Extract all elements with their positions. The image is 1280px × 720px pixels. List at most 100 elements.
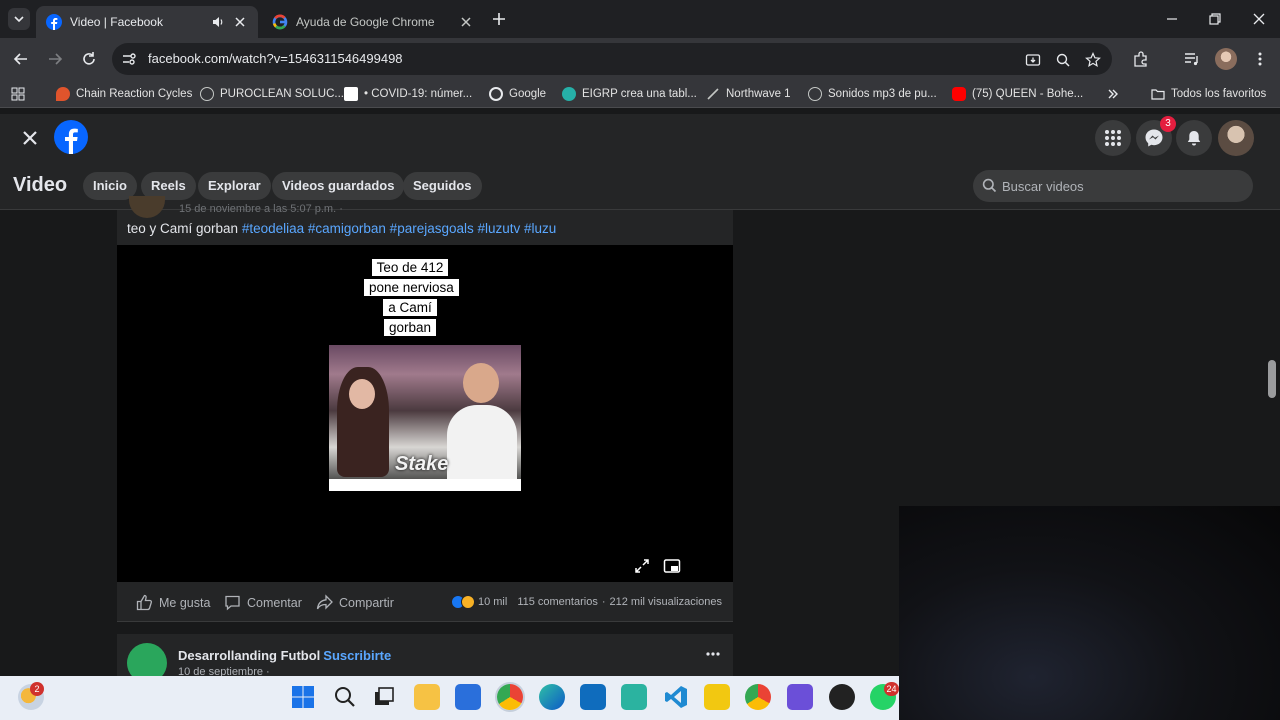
chrome-icon[interactable]: [497, 684, 523, 710]
page-name[interactable]: Desarrollanding Futbol: [178, 648, 320, 663]
address-bar[interactable]: facebook.com/watch?v=1546311546499498: [112, 43, 1112, 75]
tab-video-facebook[interactable]: Video | Facebook: [36, 6, 258, 38]
youtube-icon: [952, 87, 966, 101]
facebook-logo-icon[interactable]: [54, 120, 88, 154]
bookmark-item[interactable]: Northwave 1: [706, 85, 791, 103]
nav-explorar[interactable]: Explorar: [198, 172, 271, 200]
search-videos-input[interactable]: Buscar videos: [973, 170, 1253, 202]
file-explorer-icon[interactable]: [414, 684, 440, 710]
back-arrow-icon[interactable]: [11, 49, 31, 69]
haha-reaction-icon: [460, 595, 475, 609]
menu-grid-icon[interactable]: [1095, 120, 1131, 156]
messenger-icon[interactable]: 3: [1136, 116, 1176, 156]
more-vertical-icon[interactable]: [1251, 50, 1269, 68]
search-placeholder: Buscar videos: [1002, 179, 1084, 194]
reload-icon[interactable]: [79, 49, 99, 69]
bookmark-item[interactable]: Sonidos mp3 de pu...: [808, 85, 937, 103]
close-tab-icon[interactable]: [458, 14, 474, 30]
reactions-icons[interactable]: [450, 595, 475, 609]
bookmarks-bar: Chain Reaction Cycles PUROCLEAN SOLUC...…: [0, 80, 1280, 108]
bookmark-label: EIGRP crea una tabl...: [582, 88, 697, 100]
person-face: [349, 379, 375, 409]
media-controls-icon[interactable]: [1183, 50, 1201, 68]
cisco-icon: [562, 87, 576, 101]
bookmark-item[interactable]: • COVID-19: númer...: [344, 85, 472, 103]
reactions-count[interactable]: 10 mil: [478, 596, 507, 608]
app-icon[interactable]: [829, 684, 855, 710]
profile-avatar[interactable]: [1215, 48, 1237, 70]
page-scrollbar[interactable]: [1268, 360, 1276, 398]
all-bookmarks-folder[interactable]: Todos los favoritos: [1151, 85, 1266, 103]
tab-search-button[interactable]: [8, 8, 30, 30]
caption-hashtags[interactable]: #teodeliaa #camigorban #parejasgoals #lu…: [242, 221, 556, 236]
task-view-icon[interactable]: [371, 684, 397, 710]
bookmark-label: Chain Reaction Cycles: [76, 88, 193, 100]
close-window-icon[interactable]: [1250, 10, 1268, 28]
bookmark-item[interactable]: EIGRP crea una tabl...: [562, 85, 697, 103]
zoom-icon[interactable]: [1055, 52, 1071, 68]
speaker-icon[interactable]: [210, 14, 226, 30]
comments-count[interactable]: 115 comentarios: [517, 596, 598, 608]
app-icon[interactable]: [787, 684, 813, 710]
bookmark-item[interactable]: PUROCLEAN SOLUC...: [200, 85, 344, 103]
thumbs-up-icon: [136, 594, 153, 611]
nav-videos-guardados[interactable]: Videos guardados: [272, 172, 405, 200]
forward-arrow-icon[interactable]: [45, 49, 65, 69]
chrome-profile-icon[interactable]: [745, 684, 771, 710]
whatsapp-badge: 24: [884, 682, 899, 696]
more-bookmarks-chevron-icon[interactable]: [1106, 85, 1120, 103]
tab-ayuda-chrome[interactable]: Ayuda de Google Chrome: [262, 6, 484, 38]
browser-toolbar: facebook.com/watch?v=1546311546499498: [0, 38, 1280, 80]
picture-in-picture-icon[interactable]: [663, 557, 681, 575]
like-label: Me gusta: [159, 595, 211, 610]
install-app-icon[interactable]: [1025, 52, 1041, 68]
outlook-icon[interactable]: [580, 684, 606, 710]
power-bi-icon[interactable]: [704, 684, 730, 710]
nav-seguidos[interactable]: Seguidos: [403, 172, 482, 200]
post-author-avatar[interactable]: [129, 196, 165, 218]
post-header: 15 de noviembre a las 5:07 p.m. · teo y …: [117, 196, 733, 245]
overlay-text: Teo de 412 pone nerviosa a Camí gorban: [364, 259, 459, 336]
app-icon[interactable]: [621, 684, 647, 710]
comment-button[interactable]: Comentar: [224, 594, 302, 611]
subscribe-link[interactable]: Suscribirte: [323, 648, 391, 663]
next-post-header: Desarrollanding Futbol Suscribirte 10 de …: [117, 634, 733, 683]
close-tab-icon[interactable]: [232, 14, 248, 30]
fullscreen-icon[interactable]: [633, 557, 651, 575]
post-caption: teo y Camí gorban #teodeliaa #camigorban…: [127, 221, 556, 236]
minimize-icon[interactable]: [1163, 10, 1181, 28]
restore-icon[interactable]: [1206, 10, 1224, 28]
globe-icon: [200, 87, 214, 101]
notifications-bell-icon[interactable]: [1176, 120, 1212, 156]
close-icon[interactable]: [16, 124, 44, 152]
webcam-overlay: [899, 506, 1280, 720]
tab-title: Ayuda de Google Chrome: [296, 15, 435, 29]
like-button[interactable]: Me gusta: [136, 594, 210, 611]
more-options-icon[interactable]: [705, 646, 721, 662]
video-player[interactable]: Teo de 412 pone nerviosa a Camí gorban S…: [117, 245, 733, 582]
separator-dot: ·: [601, 596, 606, 608]
share-icon: [316, 594, 333, 611]
bookmark-star-icon[interactable]: [1085, 52, 1101, 68]
apps-grid-icon[interactable]: [11, 85, 25, 103]
caption-text: teo y Camí gorban: [127, 221, 239, 236]
globe-icon: [808, 87, 822, 101]
search-icon[interactable]: [332, 684, 358, 710]
messenger-badge: 3: [1160, 116, 1176, 132]
bookmark-item[interactable]: Chain Reaction Cycles: [56, 85, 192, 103]
extensions-puzzle-icon[interactable]: [1132, 50, 1150, 68]
post-date[interactable]: 15 de noviembre a las 5:07 p.m. ·: [179, 203, 343, 215]
comment-label: Comentar: [247, 595, 302, 610]
new-tab-plus-icon[interactable]: [490, 10, 508, 28]
bookmark-item[interactable]: (75) QUEEN - Bohe...: [952, 85, 1083, 103]
vscode-icon[interactable]: [663, 684, 689, 710]
account-avatar[interactable]: [1218, 120, 1254, 156]
microsoft-store-icon[interactable]: [455, 684, 481, 710]
site-settings-icon[interactable]: [121, 51, 137, 67]
facebook-header: 3: [0, 114, 1280, 162]
url-text: facebook.com/watch?v=1546311546499498: [148, 51, 403, 66]
windows-start-icon[interactable]: [290, 684, 316, 710]
bookmark-item[interactable]: Google: [489, 85, 546, 103]
edge-icon[interactable]: [539, 684, 565, 710]
share-button[interactable]: Compartir: [316, 594, 394, 611]
